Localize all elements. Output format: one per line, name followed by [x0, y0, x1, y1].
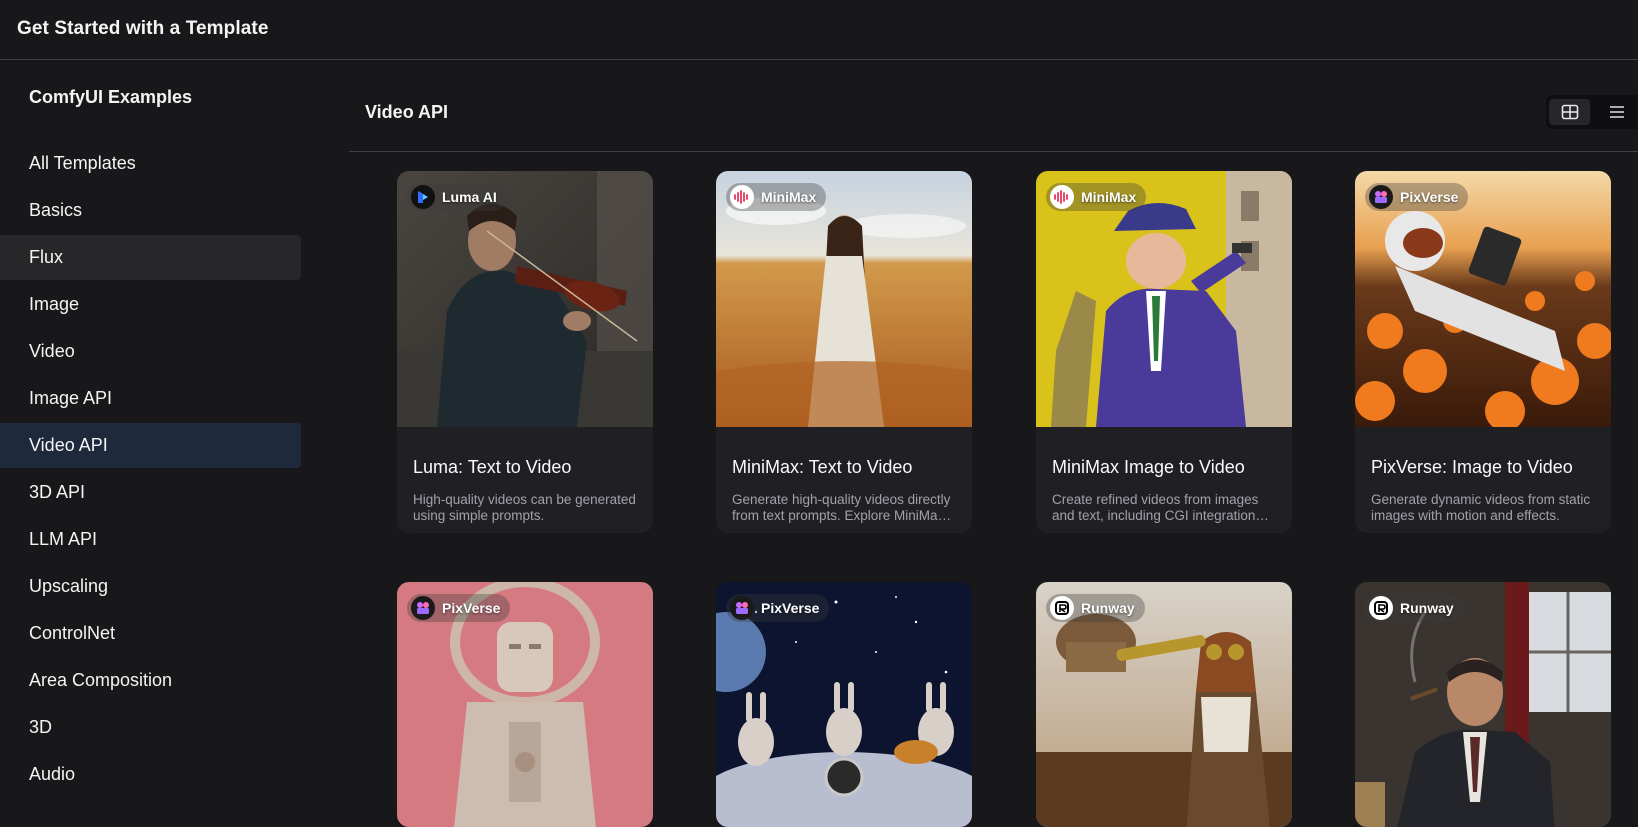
provider-name: MiniMax — [761, 189, 817, 205]
section-title: Video API — [365, 102, 449, 122]
sidebar-item-llm-api[interactable]: LLM API — [0, 517, 301, 562]
template-card[interactable]: Runway — [1036, 582, 1292, 827]
provider-badge: Runway — [1046, 594, 1145, 622]
pixverse-logo-icon — [1369, 185, 1393, 209]
sidebar-item-3d-api[interactable]: 3D API — [0, 470, 301, 515]
runway-logo-icon — [1050, 596, 1074, 620]
card-title: MiniMax: Text to Video — [732, 457, 913, 477]
provider-name: Luma AI — [442, 189, 497, 205]
template-thumbnail: PixVerse — [1355, 171, 1611, 427]
template-thumbnail: Runway — [1355, 582, 1611, 827]
sidebar-item-controlnet[interactable]: ControlNet — [0, 611, 301, 656]
card-description: Generate dynamic videos from static imag… — [1371, 492, 1591, 523]
dialog-title: Get Started with a Template — [17, 18, 269, 39]
card-title: MiniMax Image to Video — [1052, 457, 1245, 477]
sidebar-item-image-api[interactable]: Image API — [0, 376, 301, 421]
template-card[interactable]: MiniMax MiniMax: Text to Video Generate … — [716, 171, 972, 533]
header-divider — [349, 151, 1638, 152]
template-card[interactable]: MiniMax MiniMax Image to Video Create re… — [1036, 171, 1292, 533]
template-thumbnail: MiniMax — [1036, 171, 1292, 427]
minimax-logo-icon — [730, 185, 754, 209]
provider-name: PixVerse — [761, 600, 820, 616]
provider-name: Runway — [1400, 600, 1454, 616]
provider-badge: PixVerse — [407, 594, 511, 622]
dialog-header: Get Started with a Template — [0, 0, 1638, 60]
card-body: MiniMax: Text to Video Generate high-qua… — [716, 427, 972, 533]
sidebar-item-video[interactable]: Video — [0, 329, 301, 374]
provider-name: MiniMax — [1081, 189, 1137, 205]
template-thumbnail: MiniMax — [716, 171, 972, 427]
sidebar-item-basics[interactable]: Basics — [0, 188, 301, 233]
provider-badge: Luma AI — [407, 183, 507, 211]
section-header: Video API — [349, 61, 1638, 152]
sidebar-item-audio[interactable]: Audio — [0, 752, 301, 797]
minimax-logo-icon — [1050, 185, 1074, 209]
runway-logo-icon — [1369, 596, 1393, 620]
provider-badge: PixVerse — [726, 594, 830, 622]
template-card[interactable]: Runway — [1355, 582, 1611, 827]
template-thumbnail: PixVerse — [716, 582, 972, 827]
template-card[interactable]: PixVerse — [397, 582, 653, 827]
card-description: Create refined videos from images and te… — [1052, 492, 1259, 523]
template-thumbnail: Runway — [1036, 582, 1292, 827]
pixverse-logo-icon — [730, 596, 754, 620]
luma-ai-logo-icon — [411, 185, 435, 209]
card-body: PixVerse: Image to Video Generate dynami… — [1355, 427, 1611, 533]
card-description: High-quality videos can be generated usi… — [413, 492, 636, 523]
sidebar-title: ComfyUI Examples — [29, 87, 193, 107]
sidebar-item-area-composition[interactable]: Area Composition — [0, 658, 301, 703]
pixverse-logo-icon — [411, 596, 435, 620]
card-body: Luma: Text to Video High-quality videos … — [397, 427, 653, 533]
sidebar: ComfyUI Examples All Templates Basics Fl… — [0, 61, 305, 827]
sidebar-item-image[interactable]: Image — [0, 282, 301, 327]
template-thumbnail: Luma AI — [397, 171, 653, 427]
sidebar-item-video-api[interactable]: Video API — [0, 423, 301, 468]
template-thumbnail: PixVerse — [397, 582, 653, 827]
provider-name: PixVerse — [1400, 189, 1459, 205]
card-description: Generate high-quality videos directly fr… — [732, 492, 954, 523]
view-toggle — [1546, 95, 1638, 129]
list-view-button[interactable] — [1596, 99, 1637, 125]
template-card[interactable]: PixVerse PixVerse: Image to Video Genera… — [1355, 171, 1611, 533]
provider-badge: Runway — [1365, 594, 1464, 622]
card-title: PixVerse: Image to Video — [1371, 457, 1573, 477]
list-view-icon — [1609, 106, 1624, 118]
card-body: MiniMax Image to Video Create refined vi… — [1036, 427, 1292, 533]
sidebar-item-3d[interactable]: 3D — [0, 705, 301, 750]
provider-name: Runway — [1081, 600, 1135, 616]
provider-badge: PixVerse — [1365, 183, 1469, 211]
provider-badge: MiniMax — [1046, 183, 1147, 211]
sidebar-nav: All Templates Basics Flux Image Video Im… — [0, 141, 301, 799]
template-card[interactable]: PixVerse — [716, 582, 972, 827]
grid-view-button[interactable] — [1549, 99, 1590, 125]
sidebar-item-all-templates[interactable]: All Templates — [0, 141, 301, 186]
provider-name: PixVerse — [442, 600, 501, 616]
sidebar-item-flux[interactable]: Flux — [0, 235, 301, 280]
template-card[interactable]: Luma AI Luma: Text to Video High-quality… — [397, 171, 653, 533]
card-title: Luma: Text to Video — [413, 457, 572, 477]
provider-badge: MiniMax — [726, 183, 827, 211]
grid-view-icon — [1561, 104, 1578, 120]
sidebar-item-upscaling[interactable]: Upscaling — [0, 564, 301, 609]
